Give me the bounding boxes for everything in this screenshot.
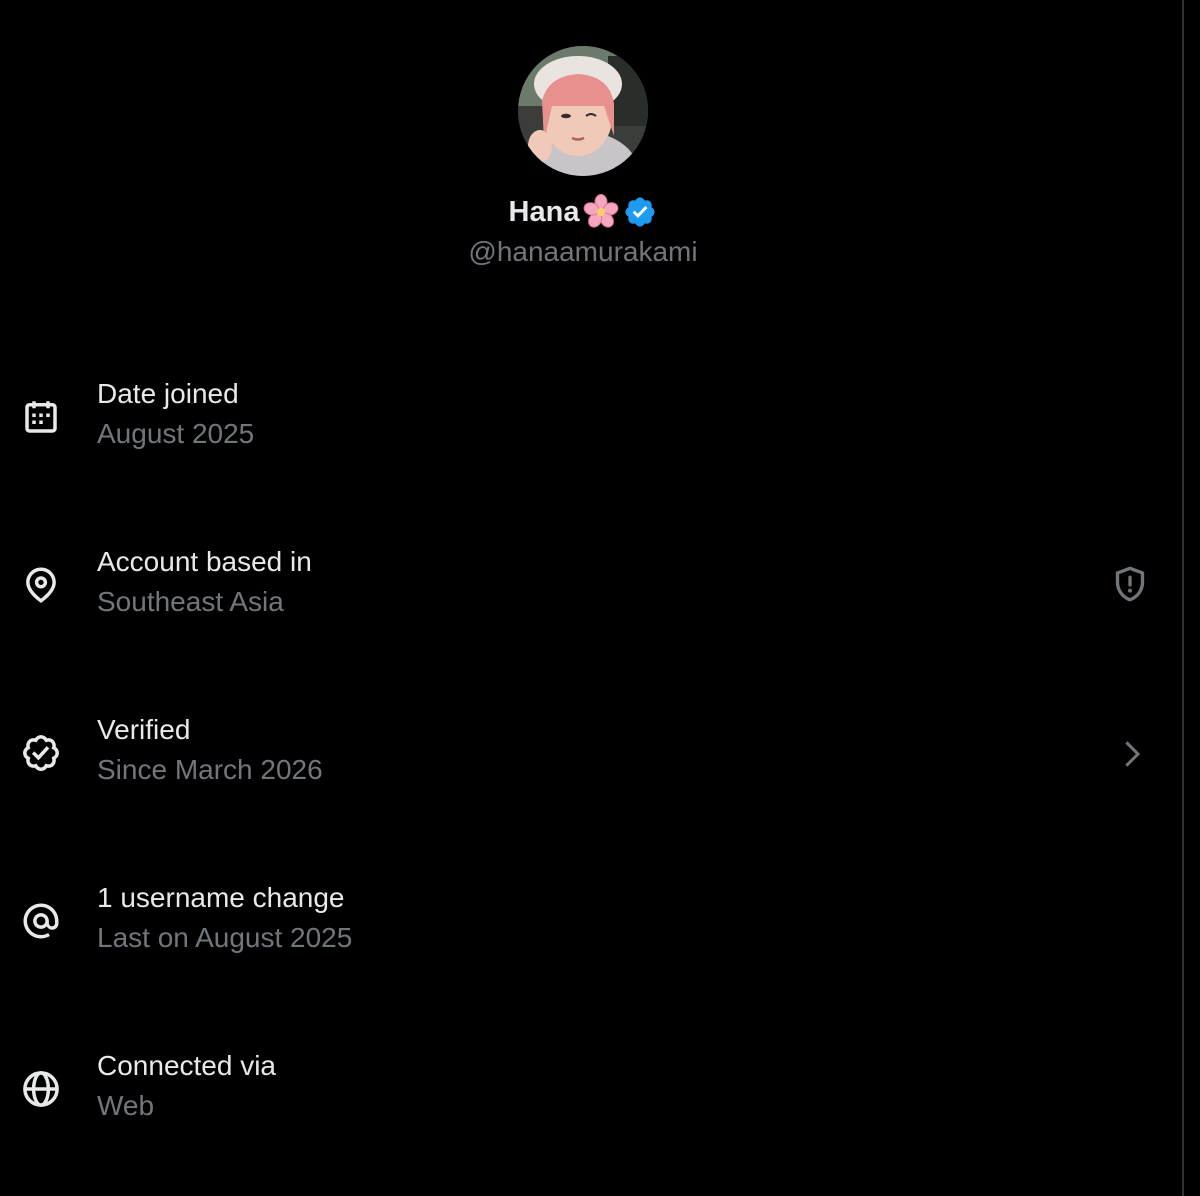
verified-title: Verified [97,714,191,745]
verified-value: Since March 2026 [97,754,323,785]
username-change-value: Last on August 2025 [97,922,353,953]
calendar-icon [20,396,62,438]
connected-via-value: Web [97,1090,155,1121]
verified-badge-icon[interactable] [623,195,657,229]
date-joined-title: Date joined [97,378,239,409]
display-name: Hana [508,195,580,228]
connected-via-row: Connected via Web [0,1050,1166,1130]
date-joined-row: Date joined August 2025 [0,378,1166,458]
about-account-page: Hana @hanaamurakami Date joined August 2… [0,0,1200,1196]
verified-outline-icon [20,732,62,774]
name-row: Hana [0,192,1166,232]
connected-via-title: Connected via [97,1050,277,1081]
column-border [1182,0,1184,1196]
at-sign-icon [20,900,62,942]
chevron-right-icon[interactable] [1114,736,1154,776]
avatar[interactable] [518,46,648,176]
handle: @hanaamurakami [468,236,698,267]
globe-icon [20,1068,62,1110]
account-based-in-row: Account based in Southeast Asia [0,546,1166,626]
username-change-row: 1 username change Last on August 2025 [0,882,1166,962]
shield-alert-icon[interactable] [1110,564,1150,604]
location-pin-icon [20,564,62,606]
verified-row[interactable]: Verified Since March 2026 [0,714,1166,794]
cherry-blossom-icon [583,194,619,230]
username-change-title: 1 username change [97,882,345,913]
avatar-image [518,46,648,176]
account-based-in-title: Account based in [97,546,312,577]
date-joined-value: August 2025 [97,418,255,449]
account-based-in-value: Southeast Asia [97,586,284,617]
